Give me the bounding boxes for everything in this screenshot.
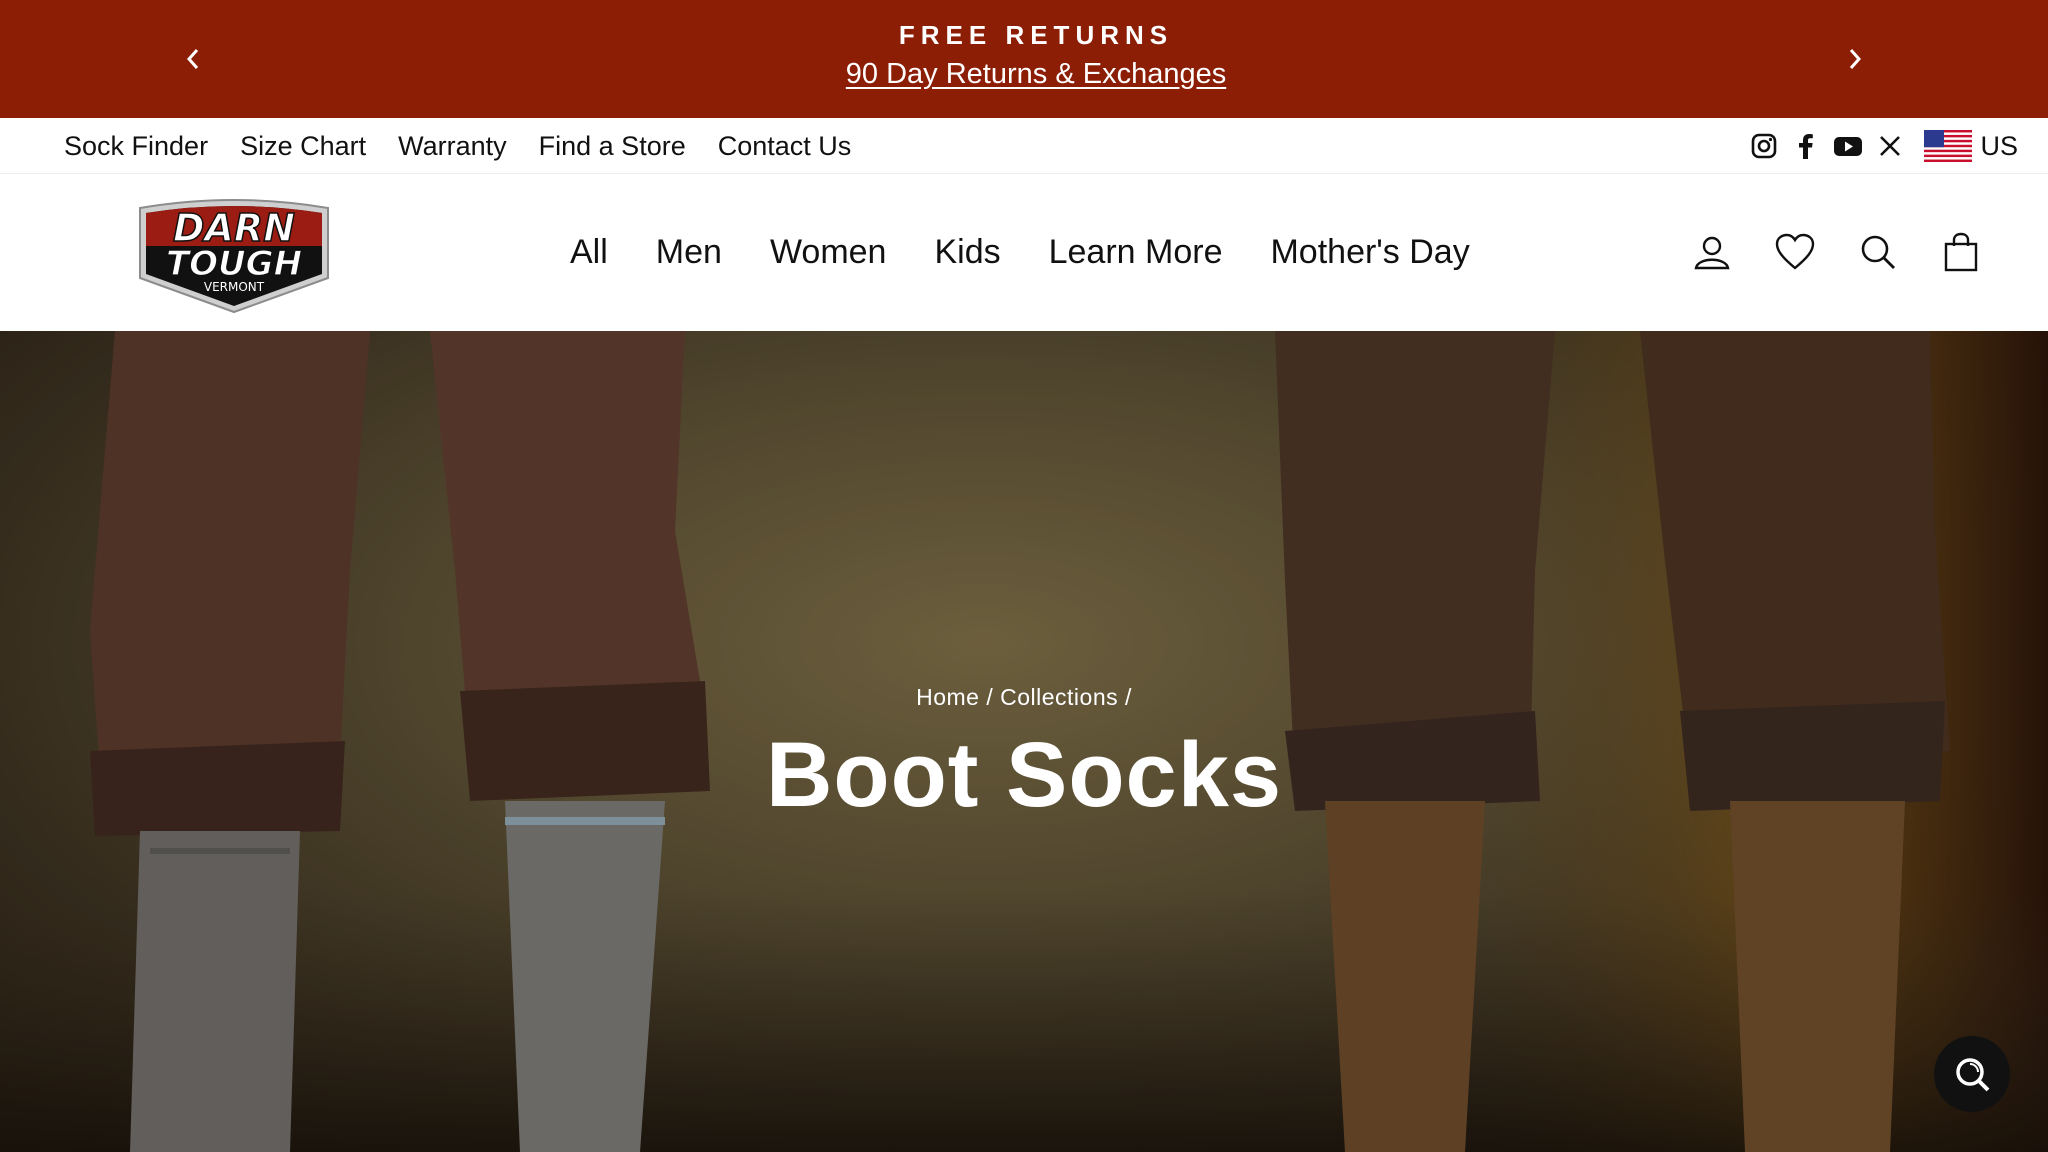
search-icon [1956,1058,1990,1092]
nav-learn-more[interactable]: Learn More [1049,233,1223,272]
facebook-icon[interactable] [1790,130,1822,162]
size-chart-link[interactable]: Size Chart [240,131,366,162]
breadcrumb-separator: / [1125,684,1132,710]
warranty-link[interactable]: Warranty [398,131,507,162]
social-links: US [1738,118,2018,174]
nav-all[interactable]: All [570,233,608,272]
find-a-store-link[interactable]: Find a Store [539,131,686,162]
svg-text:VERMONT: VERMONT [204,280,265,294]
search-icon[interactable] [1856,230,1900,274]
cart-bag-icon[interactable] [1939,230,1983,274]
contact-us-link[interactable]: Contact Us [718,131,852,162]
floating-search-button[interactable] [1934,1036,2010,1112]
chevron-right-icon [1849,49,1862,69]
announcement-link[interactable]: 90 Day Returns & Exchanges [0,58,2048,91]
sock-finder-link[interactable]: Sock Finder [64,131,208,162]
x-icon[interactable] [1874,130,1906,162]
wishlist-heart-icon[interactable] [1773,230,1817,274]
breadcrumb: Home / Collections / [0,684,2048,711]
breadcrumb-home[interactable]: Home [916,684,979,710]
main-nav: All Men Women Kids Learn More Mother's D… [570,174,1518,331]
darn-tough-logo[interactable]: DARN TOUGH VERMONT [132,194,336,314]
utility-links: Sock Finder Size Chart Warranty Find a S… [64,118,883,174]
nav-mothers-day[interactable]: Mother's Day [1270,233,1469,272]
region-selector[interactable]: US [1980,131,2018,162]
us-flag-icon[interactable] [1924,130,1973,162]
instagram-icon[interactable] [1748,130,1780,162]
main-header: DARN TOUGH VERMONT All Men Women Kids Le… [0,174,2048,331]
announcement-bar: FREE RETURNS 90 Day Returns & Exchanges [0,0,2048,118]
utility-bar: Sock Finder Size Chart Warranty Find a S… [0,118,2048,174]
page-title: Boot Socks [765,724,1283,826]
announcement-title: FREE RETURNS [898,20,1174,50]
nav-women[interactable]: Women [770,233,887,272]
youtube-icon[interactable] [1832,130,1864,162]
svg-text:TOUGH: TOUGH [166,244,302,284]
nav-kids[interactable]: Kids [934,233,1000,272]
breadcrumb-collections[interactable]: Collections [1000,684,1118,710]
collection-hero: Home / Collections / Boot Socks [0,331,2048,1152]
header-actions [1690,230,2022,274]
breadcrumb-separator: / [986,684,1001,710]
account-icon[interactable] [1690,230,1734,274]
nav-men[interactable]: Men [656,233,722,272]
announcement-next-button[interactable] [1838,42,1872,76]
